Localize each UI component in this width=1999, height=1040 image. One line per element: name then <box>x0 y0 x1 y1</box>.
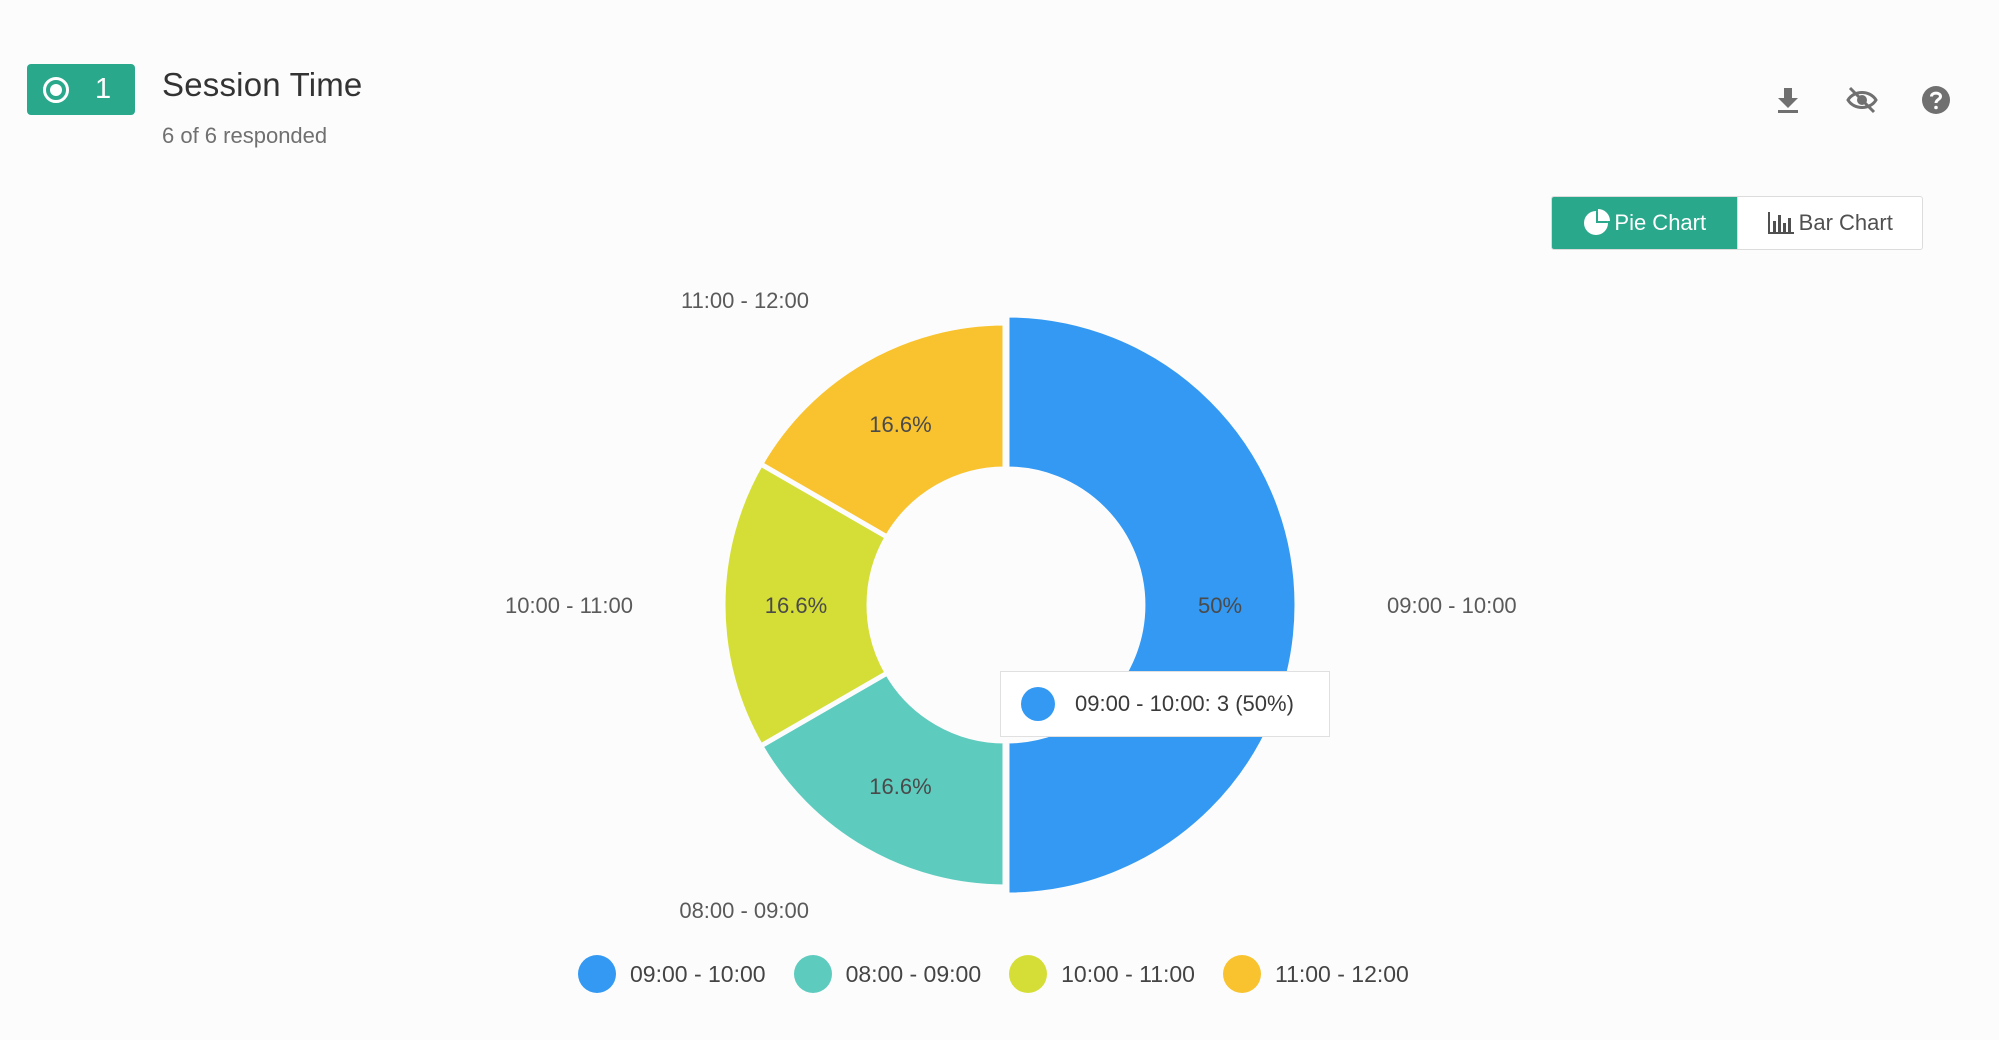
legend-item[interactable]: 10:00 - 11:00 <box>1009 955 1195 993</box>
chart-tooltip: 09:00 - 10:00: 3 (50%) <box>1000 671 1330 737</box>
legend-item[interactable]: 09:00 - 10:00 <box>578 955 766 993</box>
survey-question-card: 1 Session Time 6 of 6 responded Pie Char… <box>0 0 1999 1040</box>
legend-item[interactable]: 11:00 - 12:00 <box>1222 955 1409 993</box>
slice-category-label: 09:00 - 10:00 <box>1387 593 1517 618</box>
pie-slice[interactable] <box>1004 312 1300 898</box>
slice-percent-label: 16.6% <box>765 593 827 618</box>
tooltip-text: 09:00 - 10:00: 3 (50%) <box>1075 691 1294 716</box>
tooltip-color-dot <box>1021 687 1055 721</box>
legend-color-dot <box>578 955 616 993</box>
legend-label: 09:00 - 10:00 <box>630 960 766 987</box>
slice-category-label: 08:00 - 09:00 <box>679 898 809 923</box>
slice-category-label: 10:00 - 11:00 <box>505 593 633 618</box>
legend-label: 08:00 - 09:00 <box>845 960 982 987</box>
slice-category-label: 11:00 - 12:00 <box>681 288 809 313</box>
legend-label: 10:00 - 11:00 <box>1061 960 1195 987</box>
slice-percent-label: 16.6% <box>869 774 931 799</box>
slice-percent-label: 16.6% <box>869 412 931 437</box>
donut-chart: 50% 09:00 - 10:00 16.6% 08:00 - 09:00 16.6% 1… <box>505 288 1517 923</box>
legend-color-dot <box>793 955 832 993</box>
legend-label: 11:00 - 12:00 <box>1274 960 1409 987</box>
legend-color-dot <box>1222 955 1261 993</box>
chart-legend: 09:00 - 10:00 08:00 - 09:00 10:00 - 11:00 1… <box>578 955 1437 993</box>
legend-item[interactable]: 08:00 - 09:00 <box>793 955 982 993</box>
legend-color-dot <box>1009 955 1048 993</box>
slice-percent-label: 50% <box>1198 593 1242 618</box>
